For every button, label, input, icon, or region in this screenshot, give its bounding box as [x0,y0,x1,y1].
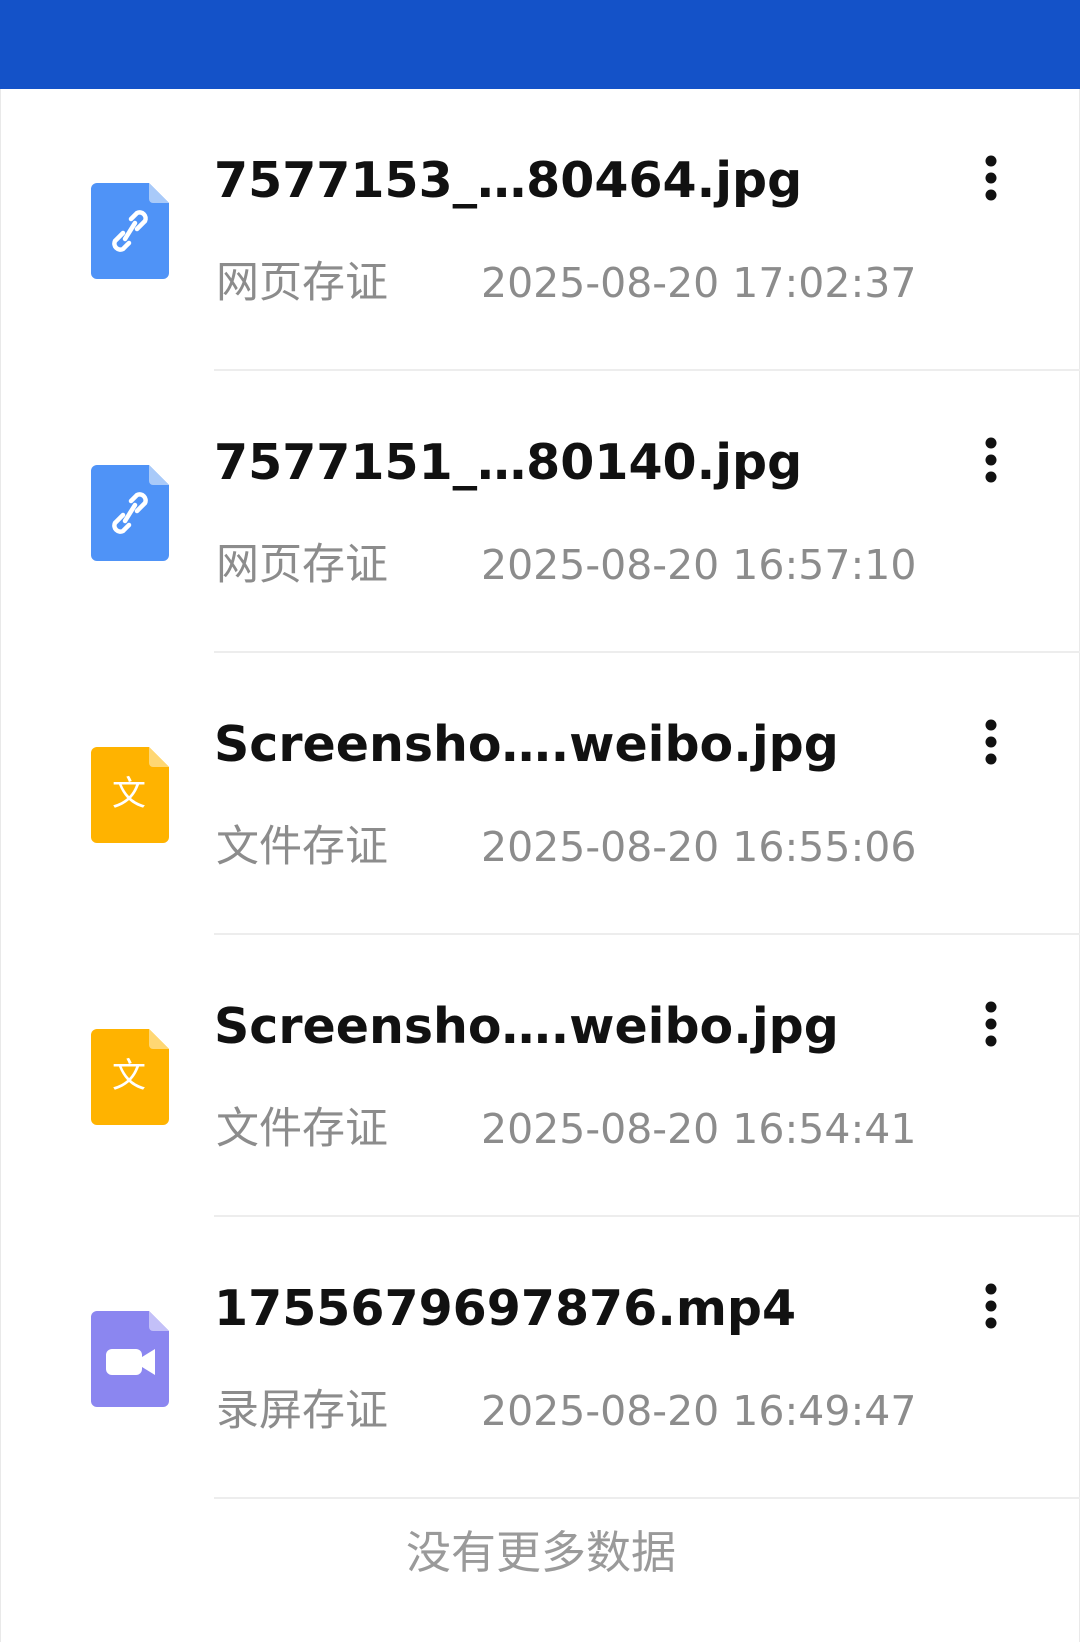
file-name: 7577151_…80140.jpg [214,434,803,491]
list-item[interactable]: 7577151_…80140.jpg 网页存证 2025-08-20 16:57… [1,371,1080,653]
more-options-button[interactable] [961,715,1021,785]
no-more-data-text: 没有更多数据 [405,1526,676,1579]
record-time: 2025-08-20 16:49:47 [481,1387,917,1435]
record-type: 录屏存证 [216,1386,388,1436]
list-item[interactable]: 文 Screensho….weibo.jpg 文件存证 2025-08-20 1… [1,653,1080,935]
file-name: 1755679697876.mp4 [214,1280,797,1337]
record-time: 2025-08-20 16:55:06 [481,823,917,871]
list-item[interactable]: 7577153_…80464.jpg 网页存证 2025-08-20 17:02… [1,89,1080,371]
record-time: 2025-08-20 17:02:37 [481,259,917,307]
record-type: 文件存证 [216,1104,388,1154]
record-type: 文件存证 [216,822,388,872]
more-options-button[interactable] [961,433,1021,503]
document-file-icon: 文 [91,747,169,843]
more-options-button[interactable] [961,997,1021,1067]
record-time: 2025-08-20 16:57:10 [481,541,917,589]
record-type: 网页存证 [216,258,388,308]
more-options-button[interactable] [961,1279,1021,1349]
svg-text:文: 文 [112,774,146,814]
list-item[interactable]: 1755679697876.mp4 录屏存证 2025-08-20 16:49:… [1,1217,1080,1499]
link-file-icon [91,183,169,279]
record-type: 网页存证 [216,540,388,590]
file-name: Screensho….weibo.jpg [214,716,839,773]
more-options-button[interactable] [961,151,1021,221]
header-bar [0,0,1080,89]
divider [214,1497,1080,1499]
file-name: 7577153_…80464.jpg [214,152,803,209]
document-file-icon: 文 [91,1029,169,1125]
record-list: 7577153_…80464.jpg 网页存证 2025-08-20 17:02… [0,89,1080,1642]
file-name: Screensho….weibo.jpg [214,998,839,1055]
svg-text:文: 文 [112,1056,146,1096]
record-time: 2025-08-20 16:54:41 [481,1105,917,1153]
video-file-icon [91,1311,169,1407]
list-item[interactable]: 文 Screensho….weibo.jpg 文件存证 2025-08-20 1… [1,935,1080,1217]
link-file-icon [91,465,169,561]
